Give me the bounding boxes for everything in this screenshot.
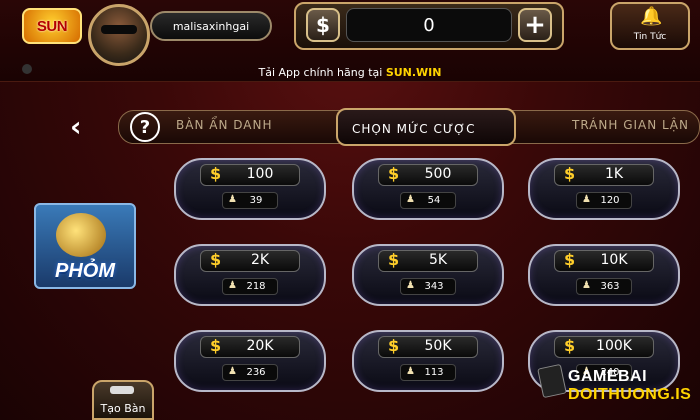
person-icon: ♟: [582, 194, 591, 205]
avatar[interactable]: [88, 4, 150, 66]
person-icon: ♟: [406, 194, 415, 205]
bet-amount: 100: [246, 166, 274, 182]
dollar-icon: $: [564, 336, 576, 355]
promo-banner: Tải App chính hãng tại SUN.WIN: [0, 66, 700, 79]
bet-option[interactable]: $100 ♟ 39: [174, 158, 326, 220]
watermark-line1: GAMEBAI: [568, 368, 648, 385]
bet-amount: 100K: [596, 338, 632, 354]
dollar-icon: $: [564, 250, 576, 269]
bet-amount: 20K: [246, 338, 274, 354]
watermark-line2: DOITHUONG.IS: [568, 386, 692, 403]
tab-anti-cheat[interactable]: TRÁNH GIAN LẬN: [572, 118, 689, 132]
bet-amount: 10K: [600, 252, 628, 268]
bell-icon: 🔔: [640, 6, 663, 27]
player-count: 343: [424, 281, 444, 292]
dollar-icon: $: [388, 250, 400, 269]
avatar-glasses: [101, 25, 137, 34]
promo-brand: SUN.WIN: [385, 66, 442, 79]
logo-text: SUN: [36, 17, 68, 35]
player-count: 363: [600, 281, 620, 292]
dollar-icon: $: [210, 336, 222, 355]
promo-text: Tải App chính hãng tại: [258, 66, 383, 79]
player-count: 236: [246, 367, 266, 378]
player-count: 54: [427, 195, 441, 206]
help-icon[interactable]: ?: [130, 112, 160, 142]
bet-amount: 50K: [424, 338, 452, 354]
person-icon: ♟: [582, 280, 591, 291]
sun-logo[interactable]: SUN: [22, 8, 82, 44]
dollar-icon: $: [210, 164, 222, 183]
bet-option[interactable]: $5K ♟ 343: [352, 244, 504, 306]
add-funds-button[interactable]: +: [518, 8, 552, 42]
dollar-icon: $: [388, 336, 400, 355]
player-count: 120: [600, 195, 620, 206]
username: malisaxinhgai: [150, 11, 272, 41]
create-table-label: Tạo Bàn: [100, 402, 146, 415]
tab-choose-bet[interactable]: CHỌN MỨC CƯỢC: [352, 122, 476, 136]
bet-option[interactable]: $1K ♟ 120: [528, 158, 680, 220]
person-icon: ♟: [228, 194, 237, 205]
dollar-icon: $: [564, 164, 576, 183]
bet-amount: 1K: [604, 166, 624, 182]
bet-amount: 2K: [250, 252, 270, 268]
dollar-icon: $: [210, 250, 222, 269]
table-icon: [110, 386, 134, 394]
dollar-icon: $: [388, 164, 400, 183]
bet-option[interactable]: $500 ♟ 54: [352, 158, 504, 220]
player-count: 218: [246, 281, 266, 292]
person-icon: ♟: [406, 280, 415, 291]
person-icon: ♟: [406, 366, 415, 377]
balance-value: 0: [346, 8, 512, 42]
player-count: 39: [249, 195, 263, 206]
bet-option[interactable]: $10K ♟ 363: [528, 244, 680, 306]
game-card-label: PHỎM: [55, 260, 115, 282]
game-card-coin: [56, 213, 106, 257]
person-icon: ♟: [228, 366, 237, 377]
tab-anonymous-table[interactable]: BÀN ẨN DANH: [176, 118, 272, 132]
currency-icon[interactable]: $: [306, 8, 340, 42]
player-count: 113: [424, 367, 444, 378]
bet-option[interactable]: $20K ♟ 236: [174, 330, 326, 392]
bet-amount: 500: [424, 166, 452, 182]
game-card-phom[interactable]: PHỎM: [34, 203, 136, 289]
bet-option[interactable]: $2K ♟ 218: [174, 244, 326, 306]
bet-option[interactable]: $50K ♟ 113: [352, 330, 504, 392]
bet-amount: 5K: [428, 252, 448, 268]
person-icon: ♟: [228, 280, 237, 291]
back-button[interactable]: ‹: [70, 110, 82, 143]
news-label: Tin Tức: [633, 32, 667, 42]
